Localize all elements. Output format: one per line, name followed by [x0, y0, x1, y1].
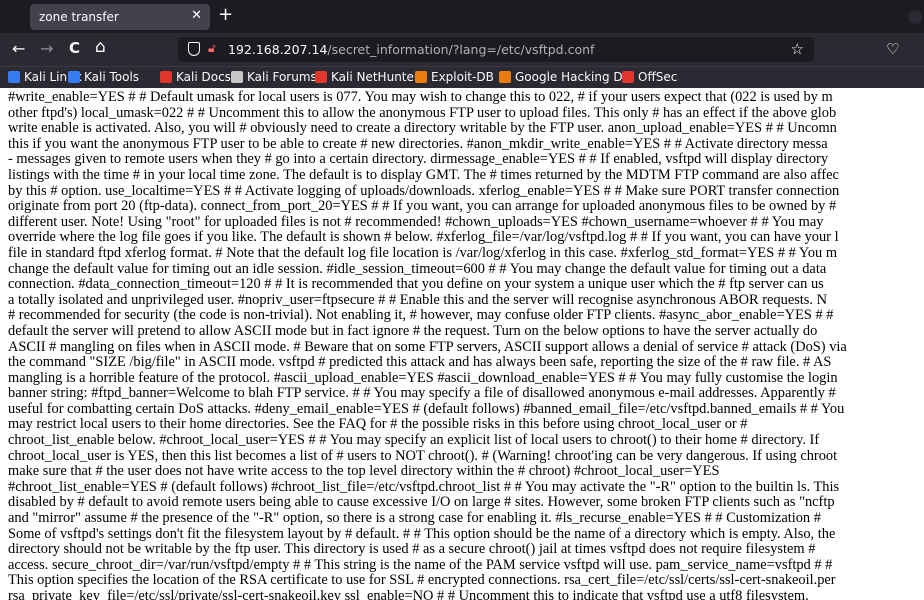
conf-line: Some of vsftpd's settings don't fit the … — [8, 525, 836, 542]
conf-line: override where the log file goes if you … — [8, 229, 839, 246]
page-content: #write_enable=YES # # Default umask for … — [0, 88, 924, 600]
conf-line: directory should not be writable by the … — [8, 541, 816, 558]
vsftpd-conf-text: #write_enable=YES # # Default umask for … — [0, 88, 924, 600]
tracking-protection-icon[interactable] — [188, 42, 200, 56]
conf-line: disabled by # default to avoid remote us… — [8, 494, 835, 511]
conf-line: #chroot_list_enable=YES # (default follo… — [8, 478, 840, 495]
conf-line: chroot_list_enable below. #chroot_local_… — [8, 432, 820, 449]
conf-line: originate from port 20 (ftp-data). conne… — [8, 198, 837, 215]
bookmark-star-icon[interactable]: ☆ — [791, 40, 804, 58]
conf-line: may restrict local users to their home d… — [8, 416, 748, 433]
bookmark-label: Kali Forums — [247, 70, 317, 84]
conf-line: ASCII # mangling on files when in ASCII … — [8, 338, 847, 355]
new-tab-button[interactable]: + — [218, 4, 233, 25]
conf-line: banner string: #ftpd_banner=Welcome to b… — [8, 385, 836, 402]
browser-tab[interactable]: zone transfer ✕ — [30, 4, 210, 30]
tab-title: zone transfer — [39, 10, 119, 24]
conf-line: rsa_private_key_file=/etc/ssl/private/ss… — [8, 588, 809, 600]
address-bar[interactable]: 🔓︎ 192.168.207.14/secret_information/?la… — [178, 37, 814, 62]
conf-line: connection. #data_connection_timeout=120… — [8, 276, 824, 293]
conf-line: different user. Note! Using "root" for u… — [8, 213, 824, 230]
conf-line: useful for combatting certain DoS attack… — [8, 400, 845, 417]
conf-line: by this # option. use_localtime=YES # # … — [8, 182, 840, 199]
conf-line: listings with the time # in your local t… — [8, 166, 839, 183]
tab-strip: zone transfer ✕ + — [0, 0, 924, 33]
bookmark-label: Kali NetHunter — [331, 70, 419, 84]
bookmark-kali-nethunter[interactable]: Kali NetHunter — [315, 70, 419, 84]
conf-line: This option specifies the location of th… — [8, 572, 836, 589]
bookmarks-toolbar: Kali Linux Kali Tools Kali Docs Kali Forums… — [0, 66, 924, 89]
close-tab-icon[interactable]: ✕ — [191, 8, 202, 23]
firefox-view-icon[interactable] — [908, 10, 922, 24]
bookmark-offsec[interactable]: OffSec — [622, 70, 677, 84]
conf-line: - messages given to remote users when th… — [8, 151, 829, 168]
bookmark-favicon-icon — [68, 71, 80, 83]
conf-line: and "mirror" assume # the presence of th… — [8, 510, 821, 527]
url-text[interactable]: 192.168.207.14/secret_information/?lang=… — [228, 42, 594, 57]
back-button[interactable]: ← — [12, 39, 25, 58]
bookmark-label: Google Hacking DB — [515, 70, 631, 84]
conf-line: make sure that # the user does not have … — [8, 463, 720, 480]
bookmark-label: Kali Tools — [84, 70, 140, 84]
conf-line: default the server will pretend to allow… — [8, 322, 818, 339]
conf-line: chroot_local_user is YES, then this list… — [8, 447, 838, 464]
conf-line: the command "SIZE /big/file" in ASCII mo… — [8, 354, 832, 371]
bookmark-exploit-db[interactable]: Exploit-DB — [415, 70, 494, 84]
insecure-lock-icon[interactable]: 🔓︎ — [208, 41, 216, 56]
conf-line: this if you want the anonymous FTP user … — [8, 135, 828, 152]
pocket-icon[interactable]: ♡ — [886, 40, 899, 58]
bookmark-favicon-icon — [8, 71, 20, 83]
bookmark-favicon-icon — [415, 71, 427, 83]
conf-line: a totally isolated and unprivileged user… — [8, 291, 827, 308]
conf-line: change the default value for timing out … — [8, 260, 827, 277]
bookmark-label: Exploit-DB — [431, 70, 494, 84]
url-path: /secret_information/?lang=/etc/vsftpd.co… — [327, 42, 595, 57]
bookmark-favicon-icon — [231, 71, 243, 83]
bookmark-kali-forums[interactable]: Kali Forums — [231, 70, 317, 84]
bookmark-favicon-icon — [622, 71, 634, 83]
home-button[interactable]: ⌂ — [95, 37, 106, 57]
conf-line: mangling is a horrible feature of the pr… — [8, 369, 838, 386]
bookmark-label: OffSec — [638, 70, 678, 84]
reload-button[interactable]: C — [69, 39, 80, 57]
bookmark-label: Kali Docs — [176, 70, 231, 84]
bookmark-google-hacking-db[interactable]: Google Hacking DB — [499, 70, 631, 84]
conf-line: other ftpd's) local_umask=022 # # Uncomm… — [8, 104, 837, 121]
bookmark-favicon-icon — [499, 71, 511, 83]
navigation-toolbar: ← → C ⌂ 🔓︎ 192.168.207.14/secret_informa… — [0, 33, 924, 66]
conf-line: access. secure_chroot_dir=/var/run/vsftp… — [8, 556, 833, 573]
bookmark-kali-tools[interactable]: Kali Tools — [68, 70, 139, 84]
conf-line: # recommended for security (the code is … — [8, 307, 834, 324]
bookmark-kali-docs[interactable]: Kali Docs — [160, 70, 231, 84]
bookmark-favicon-icon — [160, 71, 172, 83]
conf-line: #write_enable=YES # # Default umask for … — [8, 89, 833, 105]
url-host: 192.168.207.14 — [228, 42, 328, 57]
conf-line: write enable is activated. Also, you wil… — [8, 120, 837, 137]
conf-line: file in standard ftpd xferlog format. # … — [8, 244, 838, 261]
bookmark-favicon-icon — [315, 71, 327, 83]
forward-button[interactable]: → — [40, 39, 53, 58]
